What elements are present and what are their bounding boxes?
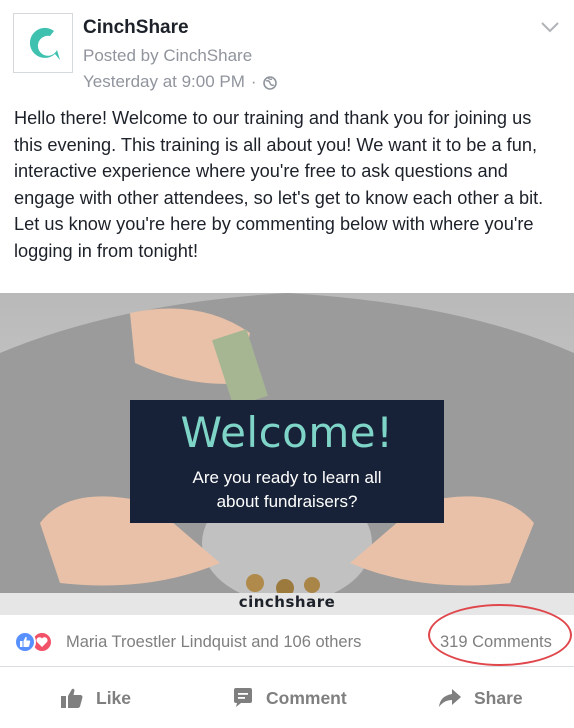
post-paragraph: Hello there! Welcome to our training and… <box>14 108 544 208</box>
page-name-link[interactable]: CinchShare <box>83 17 189 39</box>
meta-separator: · <box>250 72 257 91</box>
share-button[interactable]: Share <box>438 668 523 728</box>
cinchshare-logo-icon <box>29 27 60 60</box>
welcome-subtitle-line: about fundraisers? <box>216 492 358 511</box>
page-avatar[interactable] <box>13 13 73 73</box>
post-image[interactable]: Welcome! Are you ready to learn all abou… <box>0 293 574 615</box>
post-text: Hello there! Welcome to our training and… <box>14 105 562 265</box>
reactions-bar: Maria Troestler Lindquist and 106 others… <box>0 615 574 667</box>
post-paragraph: Let us know you're here by commenting be… <box>14 214 534 261</box>
like-button[interactable]: Like <box>60 668 131 728</box>
post-timestamp[interactable]: Yesterday at 9:00 PM <box>83 72 245 92</box>
welcome-subtitle-line: Are you ready to learn all <box>192 468 382 487</box>
reaction-names-link[interactable]: Maria Troestler Lindquist and 106 others <box>66 633 361 652</box>
reaction-icons[interactable] <box>14 631 64 653</box>
globe-icon <box>262 75 277 90</box>
like-reaction-icon <box>14 631 36 653</box>
comment-icon <box>234 688 252 707</box>
action-bar: Like Comment Share <box>0 668 574 728</box>
comments-count-link[interactable]: 319 Comments <box>440 633 552 652</box>
post-header: CinchShare Posted by CinchShare Yesterda… <box>0 0 574 100</box>
comment-button[interactable]: Comment <box>232 668 347 728</box>
share-button-label: Share <box>474 687 523 708</box>
like-button-label: Like <box>96 687 132 708</box>
thumbs-up-icon <box>61 688 83 708</box>
share-arrow-icon <box>439 689 461 707</box>
welcome-banner: Welcome! Are you ready to learn all abou… <box>130 400 444 523</box>
post-meta: Yesterday at 9:00 PM · <box>83 72 277 92</box>
welcome-subtitle: Are you ready to learn all about fundrai… <box>130 466 444 514</box>
chevron-down-icon[interactable] <box>540 20 560 34</box>
posted-by-text: Posted by CinchShare <box>83 46 253 65</box>
comment-button-label: Comment <box>266 687 347 708</box>
welcome-title: Welcome! <box>180 408 394 457</box>
brand-watermark: cinchshare <box>238 593 336 611</box>
